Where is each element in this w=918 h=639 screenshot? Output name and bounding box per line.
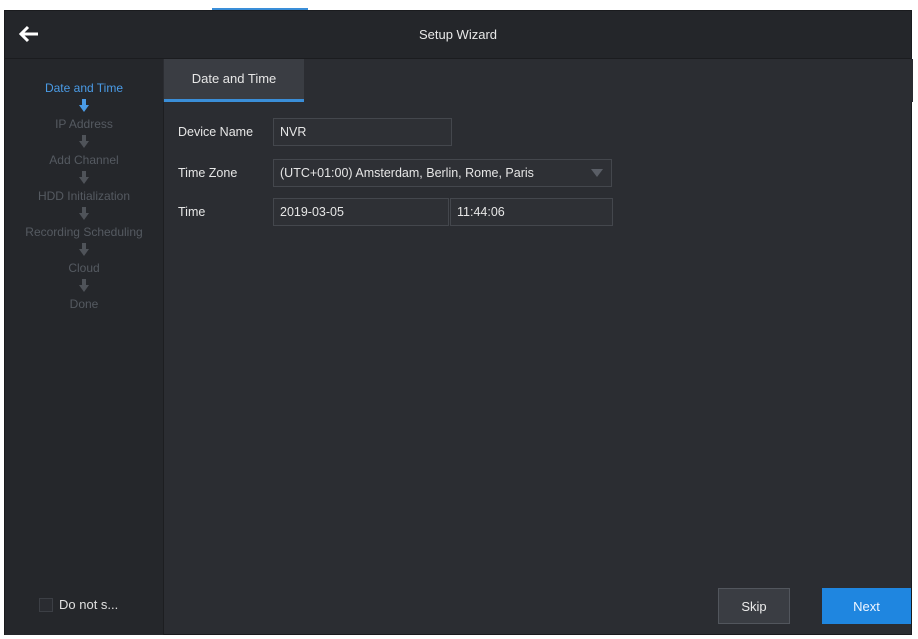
wizard-steps-sidebar: Date and Time IP Address Add Channel HDD… <box>5 59 164 635</box>
device-name-field[interactable]: NVR <box>273 118 452 146</box>
dont-show-again-checkbox[interactable]: Do not s... <box>39 597 118 612</box>
step-cloud: Cloud <box>68 261 100 275</box>
arrow-down-icon <box>5 275 163 297</box>
next-button[interactable]: Next <box>822 588 911 624</box>
arrow-left-icon <box>18 25 38 43</box>
steps-list: Date and Time IP Address Add Channel HDD… <box>5 81 163 311</box>
time-field[interactable]: 11:44:06 <box>450 198 613 226</box>
tab-date-and-time[interactable]: Date and Time <box>164 59 304 102</box>
device-name-label: Device Name <box>178 125 254 139</box>
arrow-down-icon <box>5 95 163 117</box>
device-name-row: Device Name <box>178 118 273 146</box>
step-add-channel: Add Channel <box>49 153 119 167</box>
window-title: Setup Wizard <box>418 27 498 42</box>
date-field[interactable]: 2019-03-05 <box>273 198 449 226</box>
arrow-down-icon <box>5 203 163 225</box>
title-bar: Setup Wizard <box>5 11 911 59</box>
arrow-down-icon <box>5 239 163 261</box>
step-recording-scheduling: Recording Scheduling <box>25 225 143 239</box>
step-done: Done <box>69 297 99 311</box>
step-date-and-time: Date and Time <box>44 81 124 95</box>
arrow-down-icon <box>5 131 163 153</box>
tab-bar: Date and Time <box>163 59 913 102</box>
time-zone-select[interactable]: (UTC+01:00) Amsterdam, Berlin, Rome, Par… <box>273 159 612 187</box>
time-zone-row: Time Zone <box>178 159 273 187</box>
step-ip-address: IP Address <box>55 117 113 131</box>
step-hdd-initialization: HDD Initialization <box>37 189 131 203</box>
dont-show-label: Do not s... <box>59 597 119 612</box>
skip-button[interactable]: Skip <box>718 588 790 624</box>
checkbox-box[interactable] <box>39 597 53 612</box>
setup-wizard-window: Setup Wizard Date and Time IP Address Ad… <box>4 10 913 635</box>
back-button[interactable] <box>15 21 43 47</box>
arrow-down-icon <box>5 167 163 189</box>
time-zone-value: (UTC+01:00) Amsterdam, Berlin, Rome, Par… <box>280 166 534 180</box>
time-zone-label: Time Zone <box>178 166 238 180</box>
dropdown-arrow-icon <box>591 169 603 177</box>
time-label: Time <box>178 205 206 219</box>
time-row: Time <box>178 198 273 226</box>
